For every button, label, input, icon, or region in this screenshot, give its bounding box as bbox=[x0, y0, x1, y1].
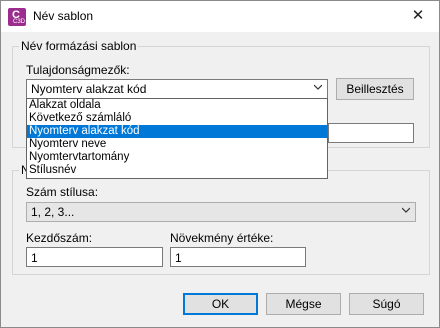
insert-button[interactable]: Beillesztés bbox=[336, 78, 414, 100]
property-fields-value: Nyomterv alakzat kód bbox=[31, 82, 147, 96]
name-template-dialog: C C3D Név sablon ✕ Név formázási sablon … bbox=[0, 0, 440, 328]
property-fields-dropdown-list: Alakzat oldala Következő számláló Nyomte… bbox=[26, 98, 328, 179]
name-template-input[interactable] bbox=[328, 123, 414, 143]
start-number-input[interactable]: 1 bbox=[26, 247, 163, 267]
dropdown-item[interactable]: Nyomtervtartomány bbox=[27, 151, 327, 164]
dropdown-item-selected[interactable]: Nyomterv alakzat kód bbox=[27, 125, 327, 138]
close-icon[interactable]: ✕ bbox=[405, 5, 431, 27]
window-title: Név sablon bbox=[33, 9, 94, 23]
number-style-label: Szám stílusa: bbox=[26, 185, 99, 199]
property-fields-combo[interactable]: Nyomterv alakzat kód bbox=[26, 79, 328, 99]
civil3d-app-icon: C C3D bbox=[8, 8, 26, 26]
chevron-down-icon bbox=[402, 207, 410, 213]
dropdown-item[interactable]: Stílusnév bbox=[27, 164, 327, 177]
increment-label: Növekmény értéke: bbox=[170, 231, 274, 245]
help-button[interactable]: Súgó bbox=[349, 293, 424, 315]
title-bar: C C3D Név sablon ✕ bbox=[1, 1, 439, 32]
number-style-combo[interactable]: 1, 2, 3... bbox=[26, 202, 416, 222]
chevron-down-icon bbox=[314, 84, 322, 90]
property-fields-label: Tulajdonságmezők: bbox=[26, 63, 130, 77]
cancel-button[interactable]: Mégse bbox=[266, 293, 341, 315]
dropdown-item[interactable]: Nyomterv neve bbox=[27, 138, 327, 151]
dropdown-item[interactable]: Következő számláló bbox=[27, 112, 327, 125]
number-style-value: 1, 2, 3... bbox=[31, 205, 75, 219]
start-number-label: Kezdőszám: bbox=[26, 231, 93, 245]
ok-button[interactable]: OK bbox=[183, 293, 258, 315]
app-icon-sub: C3D bbox=[13, 19, 26, 25]
name-format-group-label: Név formázási sablon bbox=[19, 39, 139, 53]
increment-input[interactable]: 1 bbox=[170, 247, 306, 267]
dropdown-item[interactable]: Alakzat oldala bbox=[27, 99, 327, 112]
